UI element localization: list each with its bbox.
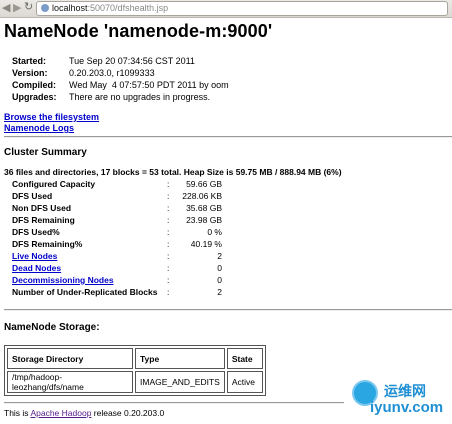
upgrades-label: Upgrades: (12, 92, 57, 102)
dfs-used-percent-label: DFS Used% (12, 227, 60, 237)
url-path: :50070/dfshealth.jsp (87, 3, 169, 13)
started-label: Started: (12, 56, 47, 66)
version-value: 0.20.203.0, r1099333 (69, 68, 155, 78)
watermark-line2: iyunv.com (370, 399, 444, 416)
dfs-remaining-percent-value: 40.19 % (190, 239, 222, 249)
forward-arrow-icon[interactable]: ▶ (13, 2, 21, 15)
decommissioning-nodes-link[interactable]: Decommissioning Nodes (12, 275, 114, 285)
storage-table: Storage Directory Type State /tmp/hadoop… (4, 345, 266, 396)
configured-capacity-value: 59.66 GB (186, 179, 222, 189)
globe-icon (41, 4, 49, 12)
dfs-remaining-label: DFS Remaining (12, 215, 75, 225)
storage-directory-cell: /tmp/hadoop-leozhang/dfs/name (7, 371, 133, 393)
compiled-value: Wed May 4 07:57:50 PDT 2011 by oom (69, 80, 229, 90)
state-header: State (226, 348, 263, 369)
footer-suffix: release 0.20.203.0 (91, 408, 165, 418)
dead-nodes-value: 0 (217, 263, 222, 273)
dfs-remaining-value: 23.98 GB (186, 215, 222, 225)
type-header: Type (135, 348, 225, 369)
divider (4, 402, 344, 404)
dfs-remaining-percent-label: DFS Remaining% (12, 239, 83, 249)
decommissioning-nodes-value: 0 (217, 275, 222, 285)
non-dfs-used-value: 35.68 GB (186, 203, 222, 213)
table-row: /tmp/hadoop-leozhang/dfs/name IMAGE_AND_… (7, 371, 263, 393)
table-header-row: Storage Directory Type State (7, 348, 263, 369)
cluster-summary-line: 36 files and directories, 17 blocks = 53… (4, 167, 342, 177)
namenode-logs-link[interactable]: Namenode Logs (4, 123, 74, 133)
url-host: localhost (52, 3, 88, 13)
upgrades-value: There are no upgrades in progress. (69, 92, 211, 102)
browse-filesystem-link[interactable]: Browse the filesystem (4, 112, 99, 122)
reload-icon[interactable]: ↻ (24, 1, 33, 14)
dfs-used-label: DFS Used (12, 191, 53, 201)
apache-hadoop-link[interactable]: Apache Hadoop (30, 408, 91, 418)
dfs-used-percent-value: 0 % (207, 227, 222, 237)
live-nodes-link[interactable]: Live Nodes (12, 251, 57, 261)
compiled-label: Compiled: (12, 80, 56, 90)
address-bar[interactable]: localhost:50070/dfshealth.jsp (36, 1, 448, 16)
under-replicated-blocks-value: 2 (217, 287, 222, 297)
under-replicated-blocks-label: Number of Under-Replicated Blocks (12, 287, 158, 297)
cluster-summary-heading: Cluster Summary (4, 147, 87, 158)
divider (4, 136, 452, 138)
watermark-line1: 运维网 (384, 383, 426, 399)
page-title: NameNode 'namenode-m:9000' (4, 21, 273, 41)
footer: This is Apache Hadoop release 0.20.203.0 (4, 408, 164, 418)
dead-nodes-link[interactable]: Dead Nodes (12, 263, 61, 273)
configured-capacity-label: Configured Capacity (12, 179, 96, 189)
dfs-used-value: 228.06 KB (182, 191, 222, 201)
storage-directory-header: Storage Directory (7, 348, 133, 369)
type-cell: IMAGE_AND_EDITS (135, 371, 225, 393)
divider (4, 309, 452, 311)
version-label: Version: (12, 68, 48, 78)
namenode-storage-heading: NameNode Storage: (4, 322, 100, 333)
browser-toolbar: ◀ ▶ ↻ localhost:50070/dfshealth.jsp (0, 0, 452, 18)
live-nodes-value: 2 (217, 251, 222, 261)
non-dfs-used-label: Non DFS Used (12, 203, 72, 213)
started-value: Tue Sep 20 07:34:56 CST 2011 (69, 56, 195, 66)
back-arrow-icon[interactable]: ◀ (2, 2, 10, 15)
state-cell: Active (226, 371, 263, 393)
footer-prefix: This is (4, 408, 31, 418)
